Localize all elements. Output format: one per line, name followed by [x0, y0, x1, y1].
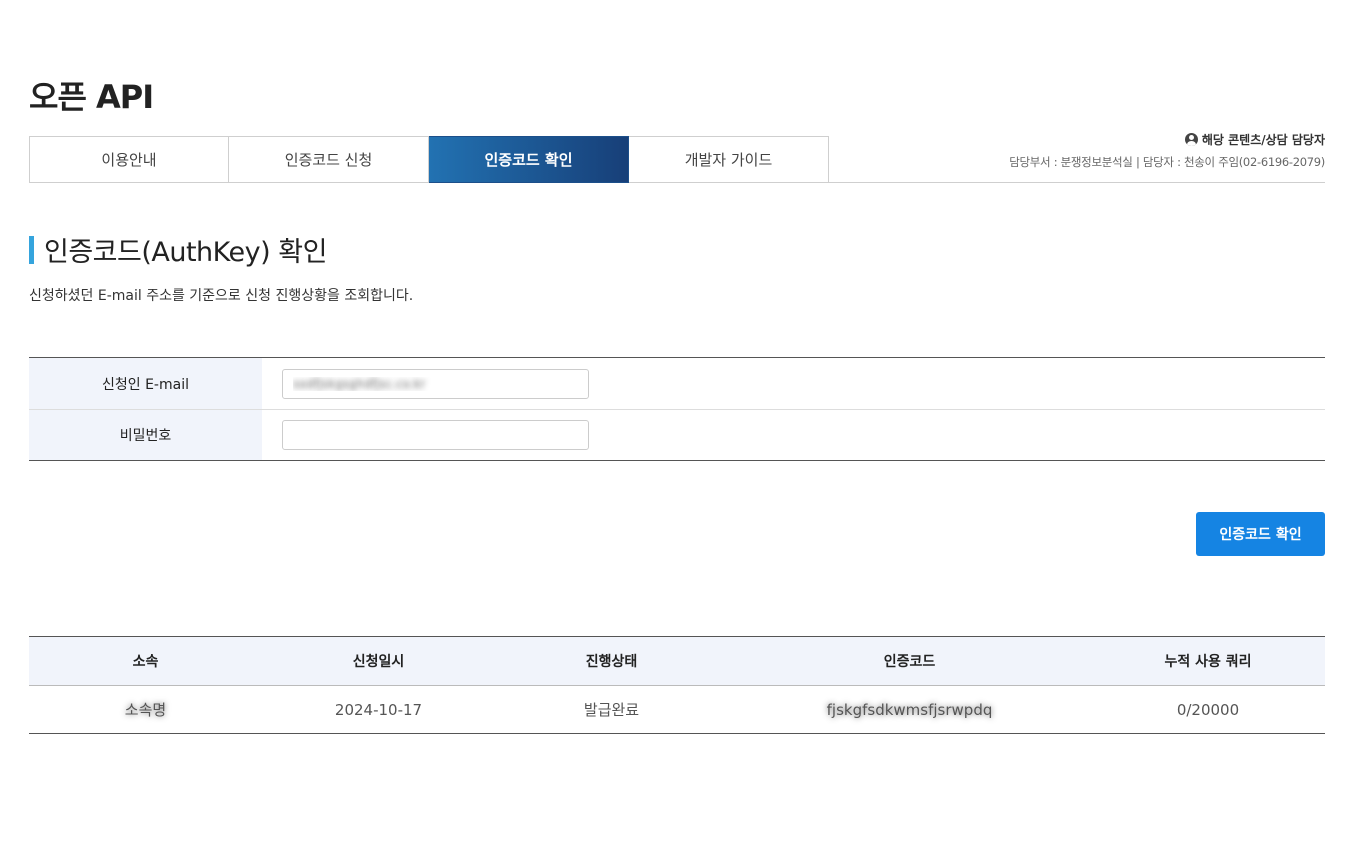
tab-developer-guide[interactable]: 개발자 가이드 [629, 136, 829, 183]
authkey-confirm-button[interactable]: 인증코드 확인 [1196, 512, 1325, 556]
contact-title: 해당 콘텐츠/상담 담당자 [1201, 133, 1325, 147]
column-header-date: 신청일시 [262, 636, 495, 686]
page-title: 오픈 API [29, 78, 154, 116]
contact-info: 담당부서 : 분쟁정보분석실 | 담당자 : 천송이 주임(02-6196-20… [1009, 155, 1325, 169]
section-title: 인증코드(AuthKey) 확인 [44, 237, 327, 268]
tab-bar: 이용안내 인증코드 신청 인증코드 확인 개발자 가이드 [29, 136, 829, 183]
column-header-authkey: 인증코드 [728, 636, 1091, 686]
tab-authkey-request[interactable]: 인증코드 신청 [229, 136, 429, 183]
cell-authkey: fjskgfsdkwmsfjsrwpdq [826, 700, 993, 719]
email-label: 신청인 E-mail [29, 358, 262, 409]
form-row-password: 비밀번호 [29, 409, 1325, 460]
column-header-status: 진행상태 [495, 636, 728, 686]
form-row-email: 신청인 E-mail [29, 358, 1325, 409]
person-icon [1184, 133, 1198, 146]
result-table: 소속 신청일시 진행상태 인증코드 누적 사용 쿼리 소속명 2024-10-1… [29, 636, 1325, 734]
cell-affiliation: 소속명 [124, 701, 167, 719]
tab-divider [829, 182, 1325, 183]
section-heading: 인증코드(AuthKey) 확인 [29, 230, 327, 269]
table-row: 소속명 2024-10-17 발급완료 fjskgfsdkwmsfjsrwpdq… [29, 686, 1325, 734]
section-accent-bar [29, 235, 34, 264]
email-input[interactable] [282, 368, 589, 399]
cell-date: 2024-10-17 [334, 700, 423, 719]
table-header-row: 소속 신청일시 진행상태 인증코드 누적 사용 쿼리 [29, 636, 1325, 686]
lookup-form: 신청인 E-mail 비밀번호 [29, 357, 1325, 461]
tab-usage-guide[interactable]: 이용안내 [29, 136, 229, 183]
column-header-affiliation: 소속 [29, 636, 262, 686]
contact-box: 해당 콘텐츠/상담 담당자 담당부서 : 분쟁정보분석실 | 담당자 : 천송이… [1009, 131, 1325, 170]
password-input[interactable] [282, 420, 589, 450]
section-description: 신청하셨던 E-mail 주소를 기준으로 신청 진행상황을 조회합니다. [29, 288, 414, 304]
tab-authkey-confirm[interactable]: 인증코드 확인 [429, 136, 629, 183]
cell-status: 발급완료 [583, 701, 640, 719]
column-header-usage: 누적 사용 쿼리 [1091, 636, 1325, 686]
cell-usage: 0/20000 [1176, 700, 1240, 719]
password-label: 비밀번호 [29, 410, 262, 460]
